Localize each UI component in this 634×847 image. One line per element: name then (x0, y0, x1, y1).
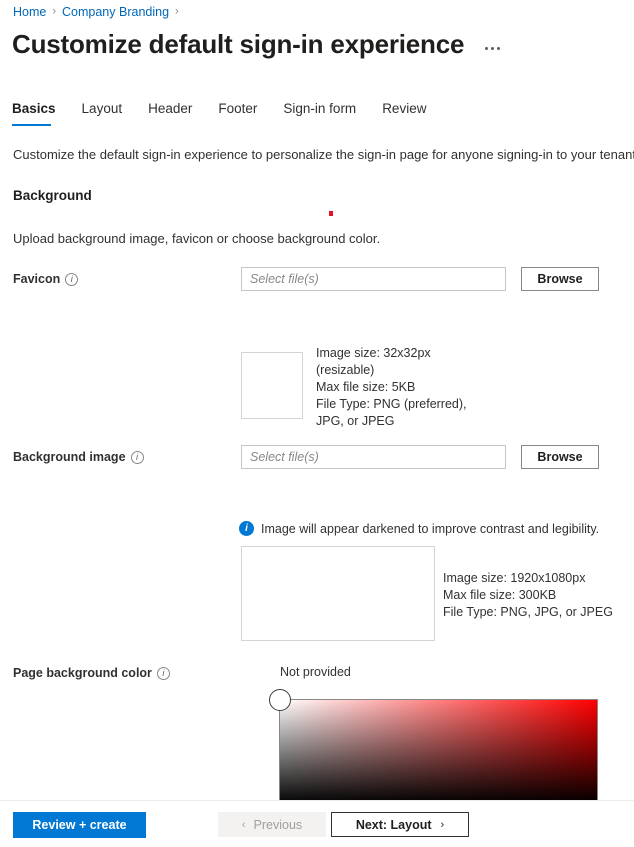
ellipsis-dot (497, 46, 501, 50)
page-root: Home › Company Branding › Customize defa… (0, 0, 634, 847)
previous-button-label: Previous (253, 817, 303, 832)
background-image-preview (241, 546, 435, 641)
chevron-right-icon: › (175, 5, 179, 18)
favicon-requirements: Image size: 32x32px (resizable) Max file… (316, 346, 467, 428)
background-image-requirements: Image size: 1920x1080px Max file size: 3… (443, 571, 613, 619)
breadcrumb-item-company-branding[interactable]: Company Branding (62, 4, 169, 21)
previous-button[interactable]: ‹ Previous (218, 812, 326, 837)
favicon-preview (241, 352, 303, 419)
breadcrumb: Home › Company Branding › (13, 4, 185, 21)
tab-layout[interactable]: Layout (82, 100, 139, 126)
info-circle-icon[interactable]: i (130, 450, 144, 464)
page-title: Customize default sign-in experience (12, 29, 465, 59)
page-background-color-value: Not provided (280, 665, 351, 679)
favicon-browse-button[interactable]: Browse (521, 267, 599, 291)
section-heading-background: Background (13, 188, 92, 203)
chevron-right-icon: › (52, 5, 57, 18)
next-button-label: Next: Layout (355, 817, 432, 832)
next-layout-button[interactable]: Next: Layout › (331, 812, 469, 837)
favicon-file-input[interactable] (241, 267, 506, 291)
favicon-label-group: Favicon i (13, 272, 79, 286)
ellipsis-icon[interactable] (482, 42, 503, 55)
color-picker-handle[interactable] (269, 689, 291, 711)
background-image-notice-text: Image will appear darkened to improve co… (261, 521, 600, 536)
info-circle-icon[interactable]: i (65, 272, 79, 286)
color-saturation-area[interactable] (279, 699, 598, 805)
tab-header[interactable]: Header (148, 100, 208, 126)
chevron-left-icon: ‹ (241, 818, 246, 831)
tab-sign-in-form[interactable]: Sign-in form (283, 100, 372, 126)
favicon-label: Favicon (13, 272, 61, 286)
breadcrumb-item-home[interactable]: Home (13, 4, 46, 21)
page-background-color-label: Page background color (13, 666, 152, 680)
chevron-right-icon: › (440, 818, 445, 831)
background-image-label-group: Background image i (13, 450, 144, 464)
page-background-color-label-group: Page background color i (13, 666, 170, 680)
ellipsis-dot (485, 46, 489, 50)
info-filled-icon: i (239, 521, 254, 536)
background-image-browse-button[interactable]: Browse (521, 445, 599, 469)
background-image-notice: i Image will appear darkened to improve … (239, 521, 599, 536)
wizard-footer: Review + create ‹ Previous Next: Layout … (0, 800, 634, 847)
info-circle-icon[interactable]: i (156, 666, 170, 680)
intro-text: Customize the default sign-in experience… (13, 147, 634, 162)
tab-footer[interactable]: Footer (218, 100, 273, 126)
background-image-label: Background image (13, 450, 126, 464)
review-create-button[interactable]: Review + create (13, 812, 146, 838)
tab-basics[interactable]: Basics (12, 100, 72, 126)
tab-review[interactable]: Review (382, 100, 442, 126)
background-image-file-input[interactable] (241, 445, 506, 469)
title-row: Customize default sign-in experience (12, 28, 503, 60)
ellipsis-dot (491, 46, 495, 50)
cursor-marker (329, 211, 333, 216)
tab-bar: Basics Layout Header Footer Sign-in form… (12, 100, 442, 126)
section-description-background: Upload background image, favicon or choo… (13, 231, 381, 246)
